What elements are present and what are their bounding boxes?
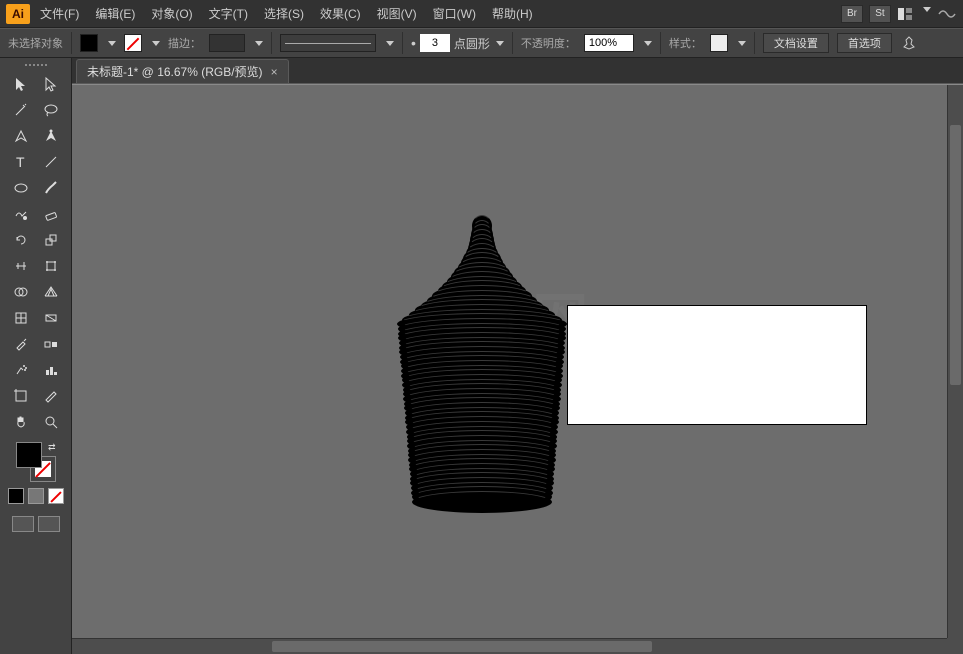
swap-fill-stroke-icon[interactable]: ⇄	[48, 442, 56, 453]
magic-wand-tool[interactable]	[7, 98, 35, 122]
app-logo: Ai	[6, 4, 30, 24]
eyedropper-tool[interactable]	[7, 332, 35, 356]
menu-edit[interactable]: 编辑(E)	[89, 3, 141, 25]
svg-text:T: T	[16, 154, 25, 170]
opacity-label: 不透明度：	[521, 35, 576, 51]
zoom-tool[interactable]	[37, 410, 65, 434]
document-setup-button[interactable]: 文档设置	[763, 33, 829, 53]
menu-bar: Ai 文件(F) 编辑(E) 对象(O) 文字(T) 选择(S) 效果(C) 视…	[0, 0, 963, 28]
scale-tool[interactable]	[37, 228, 65, 252]
brush-definition[interactable]: • 3 点圆形	[411, 34, 504, 52]
artwork-white-rectangle[interactable]	[567, 305, 867, 425]
mesh-tool[interactable]	[7, 306, 35, 330]
preferences-button[interactable]: 首选项	[837, 33, 892, 53]
document-tab-bar: 未标题-1* @ 16.67% (RGB/预览) ×	[72, 58, 963, 84]
ellipse-tool[interactable]	[7, 176, 35, 200]
stroke-label: 描边：	[168, 35, 201, 51]
gpu-icon[interactable]	[937, 6, 957, 22]
menu-file[interactable]: 文件(F)	[34, 3, 85, 25]
free-transform-tool[interactable]	[37, 254, 65, 278]
selection-status: 未选择对象	[8, 35, 63, 51]
fill-swatch[interactable]	[80, 34, 98, 52]
screen-mode-full[interactable]	[38, 516, 60, 532]
artwork-drill-bit[interactable]	[397, 215, 567, 515]
scrollbar-corner	[947, 638, 963, 654]
menu-object[interactable]: 对象(O)	[145, 3, 198, 25]
stroke-weight-input[interactable]	[209, 34, 245, 52]
pen-tool[interactable]	[7, 124, 35, 148]
color-mode-gradient[interactable]	[28, 488, 44, 504]
toolbox: T ⇄	[0, 58, 72, 654]
document-tab[interactable]: 未标题-1* @ 16.67% (RGB/预览) ×	[76, 59, 289, 83]
direct-selection-tool[interactable]	[37, 72, 65, 96]
bridge-icon[interactable]: Br	[841, 5, 863, 23]
horizontal-scrollbar[interactable]	[72, 638, 947, 654]
arrange-documents-icon[interactable]	[897, 7, 931, 21]
column-graph-tool[interactable]	[37, 358, 65, 382]
document-tab-title: 未标题-1* @ 16.67% (RGB/预览)	[87, 63, 263, 80]
blend-tool[interactable]	[37, 332, 65, 356]
line-tool[interactable]	[37, 150, 65, 174]
fill-color[interactable]	[16, 442, 42, 468]
slice-tool[interactable]	[37, 384, 65, 408]
variable-width-profile[interactable]	[280, 34, 376, 52]
stroke-swatch[interactable]	[124, 34, 142, 52]
color-mode-solid[interactable]	[8, 488, 24, 504]
paintbrush-tool[interactable]	[37, 176, 65, 200]
hand-tool[interactable]	[7, 410, 35, 434]
menu-effect[interactable]: 效果(C)	[314, 3, 367, 25]
curvature-tool[interactable]	[37, 124, 65, 148]
workspace: T ⇄	[0, 58, 963, 654]
options-bar: 未选择对象 描边： • 3 点圆形 不透明度： 100% 样式： 文档设置 首选…	[0, 28, 963, 58]
vertical-scrollbar[interactable]	[947, 85, 963, 638]
canvas[interactable]: Gxl网 system	[72, 84, 963, 654]
document-area: 未标题-1* @ 16.67% (RGB/预览) × Gxl网 system	[72, 58, 963, 654]
toolbox-grip[interactable]	[0, 58, 71, 72]
menu-view[interactable]: 视图(V)	[371, 3, 423, 25]
menu-type[interactable]: 文字(T)	[203, 3, 254, 25]
menu-help[interactable]: 帮助(H)	[486, 3, 539, 25]
symbol-sprayer-tool[interactable]	[7, 358, 35, 382]
fill-stroke-color[interactable]: ⇄	[16, 442, 56, 482]
menu-select[interactable]: 选择(S)	[258, 3, 310, 25]
style-label: 样式：	[669, 35, 702, 51]
color-mode-row	[8, 488, 64, 504]
gradient-tool[interactable]	[37, 306, 65, 330]
lasso-tool[interactable]	[37, 98, 65, 122]
stock-icon[interactable]: St	[869, 5, 891, 23]
opacity-input[interactable]: 100%	[584, 34, 634, 52]
shape-builder-tool[interactable]	[7, 280, 35, 304]
screen-mode-normal[interactable]	[12, 516, 34, 532]
graphic-style-swatch[interactable]	[710, 34, 728, 52]
perspective-grid-tool[interactable]	[37, 280, 65, 304]
selection-tool[interactable]	[7, 72, 35, 96]
artboard-tool[interactable]	[7, 384, 35, 408]
menu-window[interactable]: 窗口(W)	[427, 3, 482, 25]
shaper-tool[interactable]	[7, 202, 35, 226]
eraser-tool[interactable]	[37, 202, 65, 226]
rotate-tool[interactable]	[7, 228, 35, 252]
color-mode-none[interactable]	[48, 488, 64, 504]
close-tab-icon[interactable]: ×	[271, 65, 278, 79]
pin-control-bar-icon[interactable]	[900, 34, 918, 52]
type-tool[interactable]: T	[7, 150, 35, 174]
width-tool[interactable]	[7, 254, 35, 278]
